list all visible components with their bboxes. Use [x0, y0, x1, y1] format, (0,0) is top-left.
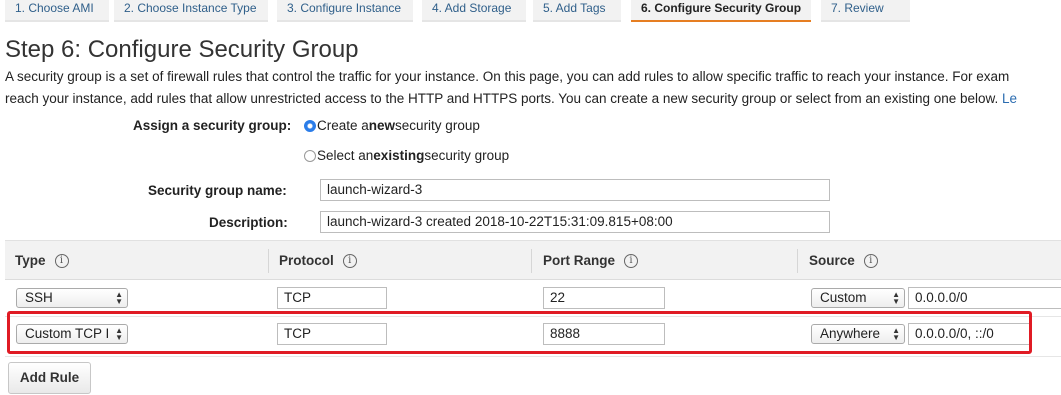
col-header-protocol: Protocol i	[279, 253, 357, 268]
option-new-post: security group	[395, 118, 480, 133]
tab-review[interactable]: 7. Review	[821, 0, 910, 22]
column-divider	[531, 249, 532, 273]
highlight-box	[7, 311, 1032, 354]
column-divider	[268, 249, 269, 273]
info-icon[interactable]: i	[342, 253, 357, 268]
radio-select-existing-group[interactable]: Select an existing security group	[304, 148, 509, 163]
tab-choose-ami[interactable]: 1. Choose AMI	[5, 0, 109, 22]
col-header-type: Type i	[15, 253, 69, 268]
rule-source-select[interactable]: Custom ▲ ▼	[811, 288, 905, 308]
security-group-name-label: Security group name:	[148, 183, 287, 198]
tab-configure-instance[interactable]: 3. Configure Instance	[277, 0, 413, 22]
rule-protocol-input: TCP	[277, 287, 387, 309]
radio-button-unselected[interactable]	[304, 149, 316, 162]
col-header-type-label: Type	[15, 253, 46, 268]
description-label: Description:	[209, 215, 288, 230]
tab-add-storage[interactable]: 4. Add Storage	[422, 0, 526, 22]
page-title: Step 6: Configure Security Group	[5, 36, 359, 63]
option-new-pre: Create a	[317, 118, 369, 133]
assign-security-group-label: Assign a security group:	[133, 118, 292, 133]
radio-create-new-group[interactable]: Create a new security group	[304, 118, 480, 133]
rule-source-cidr-input[interactable]: 0.0.0.0/0	[908, 287, 1061, 309]
intro-line-2: reach your instance, add rules that allo…	[5, 88, 1061, 110]
info-icon[interactable]: i	[54, 253, 69, 268]
security-group-name-input[interactable]: launch-wizard-3	[320, 179, 830, 201]
select-arrows-icon: ▲ ▼	[892, 290, 900, 306]
row-divider	[5, 356, 1061, 357]
rule-source-type-value: Custom	[820, 290, 867, 305]
info-icon[interactable]: i	[863, 253, 878, 268]
add-rule-button[interactable]: Add Rule	[8, 362, 91, 394]
rules-table-header: Type i Protocol i Port Range i Source i	[5, 240, 1061, 280]
col-header-source-label: Source	[809, 253, 855, 268]
column-divider	[797, 249, 798, 273]
option-existing-post: security group	[424, 148, 510, 163]
intro-line-2-text: reach your instance, add rules that allo…	[5, 91, 999, 106]
rule-port-input[interactable]: 22	[543, 287, 665, 309]
col-header-source: Source i	[809, 253, 878, 268]
radio-button-selected[interactable]	[304, 119, 316, 132]
description-input[interactable]: launch-wizard-3 created 2018-10-22T15:31…	[320, 211, 830, 233]
tab-configure-security-group[interactable]: 6. Configure Security Group	[631, 0, 811, 22]
col-header-port-range-label: Port Range	[543, 253, 616, 268]
intro-line-1: A security group is a set of firewall ru…	[5, 69, 1010, 84]
info-icon[interactable]: i	[624, 253, 639, 268]
option-new-bold: new	[368, 118, 396, 133]
wizard-tabs: 1. Choose AMI 2. Choose Instance Type 3.…	[0, 0, 1061, 24]
rule-type-select[interactable]: SSH ▲ ▼	[16, 288, 128, 308]
tab-choose-instance-type[interactable]: 2. Choose Instance Type	[114, 0, 268, 22]
rule-type-value: SSH	[25, 290, 53, 305]
select-arrows-icon: ▲ ▼	[115, 290, 123, 306]
option-existing-bold: existing	[373, 148, 425, 163]
learn-more-link[interactable]: Le	[1002, 91, 1017, 106]
tab-add-tags[interactable]: 5. Add Tags	[533, 0, 621, 22]
col-header-protocol-label: Protocol	[279, 253, 334, 268]
option-existing-pre: Select an	[317, 148, 374, 163]
col-header-port-range: Port Range i	[543, 253, 639, 268]
intro-text: A security group is a set of firewall ru…	[5, 66, 1061, 110]
